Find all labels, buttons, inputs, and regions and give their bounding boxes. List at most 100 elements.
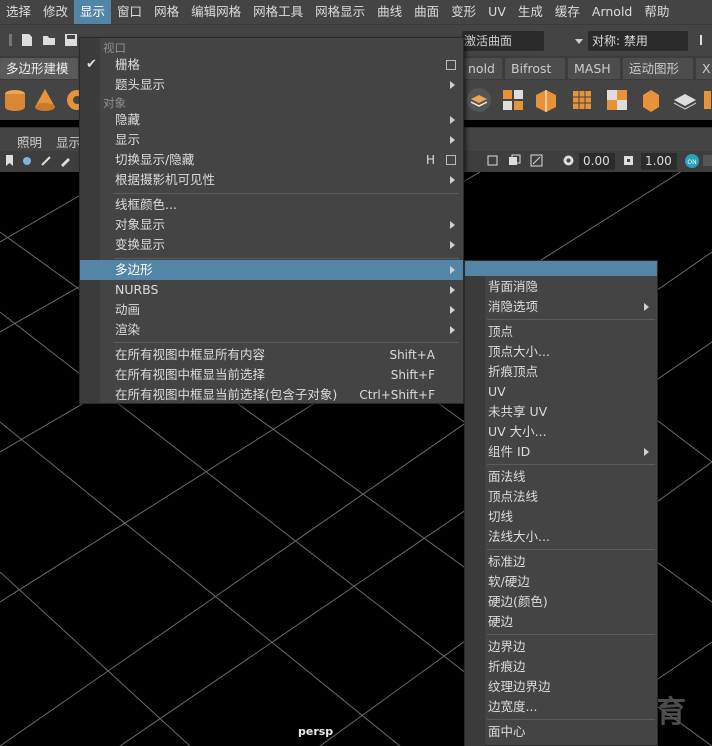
exposure-field[interactable]: 0.00 <box>579 153 615 170</box>
layers-icon[interactable] <box>466 87 492 113</box>
menu-surfaces[interactable]: 曲面 <box>408 0 445 24</box>
isolate-icon[interactable] <box>486 154 499 167</box>
menu-item-object-display[interactable]: 对象显示 <box>80 215 463 235</box>
menu-item-animation[interactable]: 动画 <box>80 300 463 320</box>
menu-item-normal-size[interactable]: 法线大小... <box>465 527 657 547</box>
menu-item-texture-border-edges[interactable]: 纹理边界边 <box>465 677 657 697</box>
menu-item-frame-all[interactable]: 在所有视图中框显所有内容 Shift+A <box>80 345 463 365</box>
menu-select[interactable]: 选择 <box>0 0 37 24</box>
menu-item-label: 在所有视图中框显当前选择(包含子对象) <box>115 387 338 402</box>
menu-generate[interactable]: 生成 <box>512 0 549 24</box>
menu-item-soft-hard-edges[interactable]: 软/硬边 <box>465 572 657 592</box>
option-box-icon[interactable] <box>446 155 456 165</box>
menu-item-label: 硬边 <box>488 614 514 629</box>
menu-item-camera-visibility[interactable]: 根据摄影机可见性 <box>80 170 463 190</box>
selection-mode-field[interactable]: 激活曲面 <box>462 31 544 51</box>
save-scene-icon[interactable] <box>64 33 78 47</box>
poly-split-icon[interactable] <box>500 87 526 113</box>
gamma-field[interactable]: 1.00 <box>641 153 677 170</box>
menu-edit-mesh[interactable]: 编辑网格 <box>185 0 247 24</box>
gamma-icon[interactable] <box>622 154 635 167</box>
menu-item-tangents[interactable]: 切线 <box>465 507 657 527</box>
menu-mesh[interactable]: 网格 <box>148 0 185 24</box>
resolution-gate-icon[interactable] <box>530 154 543 167</box>
grease-pencil-icon[interactable] <box>59 154 72 167</box>
grid-faces-icon[interactable] <box>604 87 630 113</box>
option-box-icon[interactable] <box>446 60 456 70</box>
menu-item-hide[interactable]: 隐藏 <box>80 110 463 130</box>
menu-item-component-id[interactable]: 组件 ID <box>465 442 657 462</box>
menu-item-vertex-normals[interactable]: 顶点法线 <box>465 487 657 507</box>
menu-item-label: 纹理边界边 <box>488 679 551 694</box>
bevel-icon[interactable] <box>533 87 559 113</box>
menu-item-polygon[interactable]: 多边形 <box>80 260 463 280</box>
menu-item-standard-edges[interactable]: 标准边 <box>465 552 657 572</box>
menu-item-render[interactable]: 渲染 <box>80 320 463 340</box>
menu-item-label: 顶点大小... <box>488 344 550 359</box>
menu-item-edge-width[interactable]: 边宽度... <box>465 697 657 717</box>
menu-item-wireframe-color[interactable]: 线框颜色... <box>80 195 463 215</box>
menu-mesh-tools[interactable]: 网格工具 <box>247 0 309 24</box>
menu-item-crease-edges[interactable]: 折痕边 <box>465 657 657 677</box>
menu-display[interactable]: 显示 <box>74 0 112 24</box>
menu-curves[interactable]: 曲线 <box>371 0 408 24</box>
menu-separator <box>114 193 459 194</box>
panel-menu-lighting[interactable]: 照明 <box>17 132 42 151</box>
subdivide-icon[interactable] <box>569 87 595 113</box>
menu-window[interactable]: 窗口 <box>111 0 148 24</box>
menu-item-vertex-size[interactable]: 顶点大小... <box>465 342 657 362</box>
new-scene-icon[interactable] <box>20 33 34 47</box>
poly-plane-icon[interactable] <box>672 87 698 113</box>
tab-bifrost[interactable]: Bifrost <box>505 58 565 79</box>
menu-item-hard-edges-color[interactable]: 硬边(颜色) <box>465 592 657 612</box>
shelf-overflow-icon[interactable] <box>703 87 712 113</box>
menu-item-crease-vertices[interactable]: 折痕顶点 <box>465 362 657 382</box>
tab-mash[interactable]: MASH <box>568 58 620 79</box>
camera-attr-icon[interactable] <box>21 154 34 167</box>
menu-modify[interactable]: 修改 <box>37 0 74 24</box>
menu-item-backface-culling[interactable]: 背面消隐 <box>465 277 657 297</box>
color-management-icon[interactable]: ON <box>684 153 700 169</box>
menu-item-face-centers[interactable]: 面中心 <box>465 722 657 742</box>
menu-item-grid[interactable]: ✔ 栅格 <box>80 55 463 75</box>
tab-poly-modeling[interactable]: 多边形建模 <box>0 58 78 79</box>
menu-uv[interactable]: UV <box>482 0 512 24</box>
menu-deform[interactable]: 变形 <box>445 0 482 24</box>
menu-item-label: 题头显示 <box>115 77 166 92</box>
menu-item-unshared-uv[interactable]: 未共享 UV <box>465 402 657 422</box>
chevron-down-icon[interactable] <box>575 39 583 44</box>
menu-item-border-edges[interactable]: 边界边 <box>465 637 657 657</box>
menu-item-uv-size[interactable]: UV 大小... <box>465 422 657 442</box>
menu-item-culling-options[interactable]: 消隐选项 <box>465 297 657 317</box>
menu-item-nurbs[interactable]: NURBS <box>80 280 463 300</box>
poly-cylinder-icon[interactable] <box>2 87 28 113</box>
menu-mesh-display[interactable]: 网格显示 <box>309 0 371 24</box>
wireframe-icon[interactable] <box>508 154 521 167</box>
camera-tool-icon[interactable] <box>40 154 53 167</box>
symmetry-dropdown[interactable]: 对称: 禁用 <box>588 31 688 51</box>
menu-item-transform-display[interactable]: 变换显示 <box>80 235 463 255</box>
menu-item-heads-up[interactable]: 题头显示 <box>80 75 463 95</box>
bookmark-icon[interactable] <box>3 154 16 167</box>
poly-cone-icon[interactable] <box>32 87 58 113</box>
menu-item-hard-edges[interactable]: 硬边 <box>465 612 657 632</box>
toolbar-overflow-icon[interactable] <box>703 154 712 167</box>
panel-menu-show[interactable]: 显示 <box>56 132 81 151</box>
menu-item-face-normals[interactable]: 面法线 <box>465 467 657 487</box>
open-scene-icon[interactable] <box>42 33 56 47</box>
tab-arnold[interactable]: nold <box>462 58 502 79</box>
menu-item-uv[interactable]: UV <box>465 382 657 402</box>
menu-item-show[interactable]: 显示 <box>80 130 463 150</box>
pin-icon[interactable] <box>694 33 708 47</box>
menu-item-frame-selection[interactable]: 在所有视图中框显当前选择 Shift+F <box>80 365 463 385</box>
menu-cache[interactable]: 缓存 <box>549 0 586 24</box>
menu-item-vertices[interactable]: 顶点 <box>465 322 657 342</box>
tab-x[interactable]: X <box>696 58 712 79</box>
tab-motion-graphics[interactable]: 运动图形 <box>623 58 693 79</box>
menu-help[interactable]: 帮助 <box>638 0 675 24</box>
exposure-icon[interactable] <box>562 154 575 167</box>
extrude-icon[interactable] <box>638 87 664 113</box>
menu-item-frame-selection-children[interactable]: 在所有视图中框显当前选择(包含子对象) Ctrl+Shift+F <box>80 385 463 405</box>
menu-arnold[interactable]: Arnold <box>586 0 638 24</box>
menu-item-toggle-show-hide[interactable]: 切换显示/隐藏 H <box>80 150 463 170</box>
